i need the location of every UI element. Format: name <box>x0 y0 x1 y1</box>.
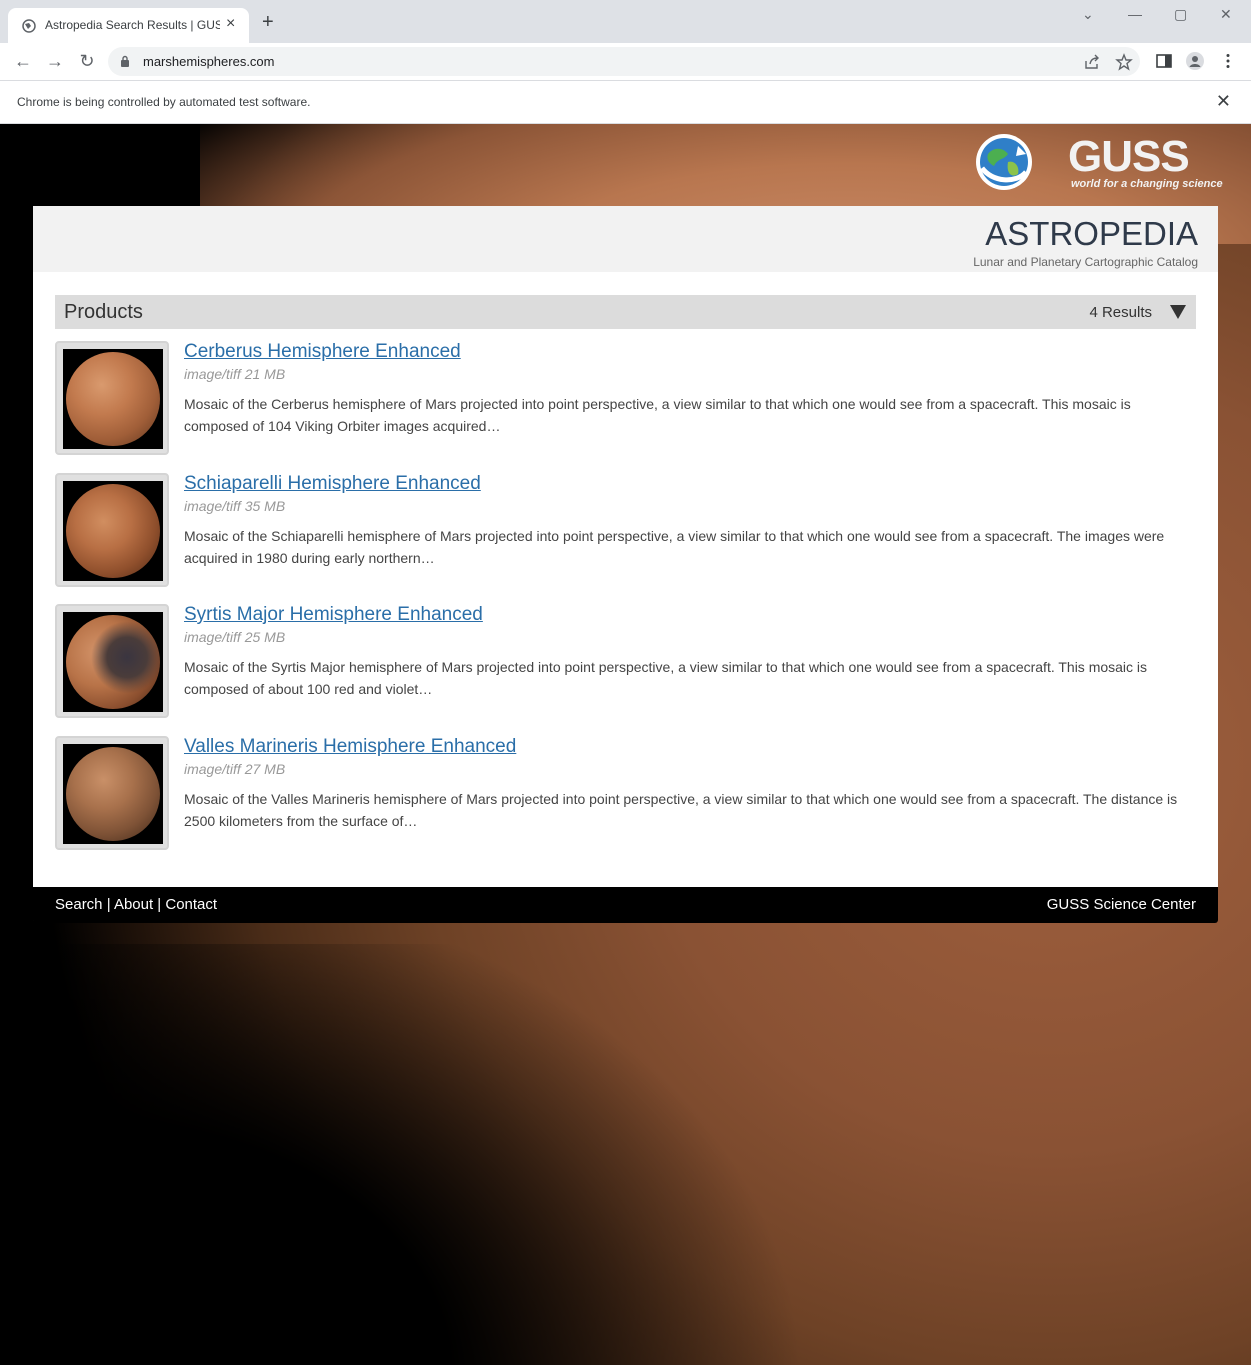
product-meta: image/tiff 25 MB <box>184 629 286 645</box>
bookmark-star-icon[interactable] <box>1115 53 1133 71</box>
close-window-icon[interactable]: ✕ <box>1220 6 1232 23</box>
product-thumbnail[interactable] <box>55 473 169 587</box>
product-thumbnail[interactable] <box>55 604 169 718</box>
products-header[interactable]: Products 4 Results <box>55 295 1196 329</box>
product-description: Mosaic of the Syrtis Major hemisphere of… <box>184 659 1148 697</box>
new-tab-icon[interactable]: + <box>262 12 274 32</box>
space-shadow <box>0 944 900 1365</box>
footer-separator: | <box>153 896 166 913</box>
forward-icon[interactable]: → <box>44 50 66 72</box>
list-item: Syrtis Major Hemisphere Enhanced image/t… <box>55 604 1196 720</box>
footer-about-link[interactable]: About <box>114 896 153 913</box>
thumbnail-image <box>63 744 163 844</box>
guss-logo[interactable]: GUSS <box>1068 132 1190 182</box>
footer-contact-link[interactable]: Contact <box>165 896 217 913</box>
footer-links: Search | About | Contact <box>55 896 217 913</box>
product-title-link[interactable]: Valles Marineris Hemisphere Enhanced <box>184 736 516 758</box>
thumbnail-image <box>63 612 163 712</box>
url-text: marshemispheres.com <box>143 54 275 69</box>
results-count: 4 Results <box>1089 304 1152 321</box>
product-description: Mosaic of the Cerberus hemisphere of Mar… <box>184 396 1131 434</box>
tab-close-icon[interactable]: × <box>226 15 235 33</box>
product-meta: image/tiff 21 MB <box>184 366 286 382</box>
guss-tagline: world for a changing science <box>1071 178 1223 190</box>
thumbnail-image <box>63 349 163 449</box>
thumbnail-image <box>63 481 163 581</box>
mars-valles-marineris-image <box>66 747 160 841</box>
panel-header: ASTROPEDIA Lunar and Planetary Cartograp… <box>33 206 1218 272</box>
browser-tab[interactable]: Astropedia Search Results | GUSS × <box>8 8 249 43</box>
maximize-icon[interactable]: ▢ <box>1174 6 1187 23</box>
product-title-link[interactable]: Cerberus Hemisphere Enhanced <box>184 341 461 363</box>
list-item: Valles Marineris Hemisphere Enhanced ima… <box>55 736 1196 852</box>
products-title: Products <box>64 301 143 323</box>
browser-tab-bar: Astropedia Search Results | GUSS × + ⌄ —… <box>0 0 1251 43</box>
list-item: Schiaparelli Hemisphere Enhanced image/t… <box>55 473 1196 589</box>
product-title-link[interactable]: Schiaparelli Hemisphere Enhanced <box>184 473 481 495</box>
footer-search-link[interactable]: Search <box>55 896 103 913</box>
page-footer: Search | About | Contact GUSS Science Ce… <box>33 887 1218 923</box>
product-thumbnail[interactable] <box>55 736 169 850</box>
address-bar[interactable]: marshemispheres.com <box>108 47 1140 76</box>
reload-icon[interactable]: ↻ <box>76 50 98 72</box>
lock-icon <box>121 55 129 67</box>
tab-title: Astropedia Search Results | GUSS <box>45 18 220 32</box>
caret-down-icon[interactable] <box>1170 305 1186 319</box>
product-title-link[interactable]: Syrtis Major Hemisphere Enhanced <box>184 604 483 626</box>
profile-avatar-icon[interactable] <box>1186 52 1204 70</box>
mars-syrtis-major-image <box>66 615 160 709</box>
automation-infobar: Chrome is being controlled by automated … <box>0 80 1251 124</box>
page-background: GUSS world for a changing science ASTROP… <box>0 124 1251 1365</box>
infobar-text: Chrome is being controlled by automated … <box>17 95 311 109</box>
footer-separator: | <box>102 896 114 913</box>
mars-schiaparelli-image <box>66 484 160 578</box>
browser-toolbar: ← → ↻ marshemispheres.com <box>0 43 1251 80</box>
product-meta: image/tiff 27 MB <box>184 761 286 777</box>
product-thumbnail[interactable] <box>55 341 169 455</box>
product-description: Mosaic of the Schiaparelli hemisphere of… <box>184 528 1165 566</box>
tab-search-icon[interactable]: ⌄ <box>1082 6 1094 23</box>
back-icon[interactable]: ← <box>12 50 34 72</box>
mars-cerberus-image <box>66 352 160 446</box>
share-icon[interactable] <box>1083 53 1101 71</box>
infobar-close-icon[interactable]: ✕ <box>1216 91 1231 112</box>
main-panel: ASTROPEDIA Lunar and Planetary Cartograp… <box>33 206 1218 922</box>
list-item: Cerberus Hemisphere Enhanced image/tiff … <box>55 341 1196 457</box>
footer-org-name: GUSS Science Center <box>1046 896 1196 913</box>
astropedia-subtitle: Lunar and Planetary Cartographic Catalog <box>973 255 1198 269</box>
side-panel-icon[interactable] <box>1155 52 1173 70</box>
astropedia-logo[interactable]: ASTROPEDIA <box>985 215 1198 253</box>
minimize-icon[interactable]: — <box>1128 6 1142 22</box>
guss-globe-logo-icon[interactable] <box>974 132 1034 192</box>
product-description: Mosaic of the Valles Marineris hemispher… <box>184 791 1178 829</box>
product-meta: image/tiff 35 MB <box>184 498 286 514</box>
menu-kebab-icon[interactable] <box>1219 52 1237 70</box>
globe-icon <box>22 19 36 33</box>
